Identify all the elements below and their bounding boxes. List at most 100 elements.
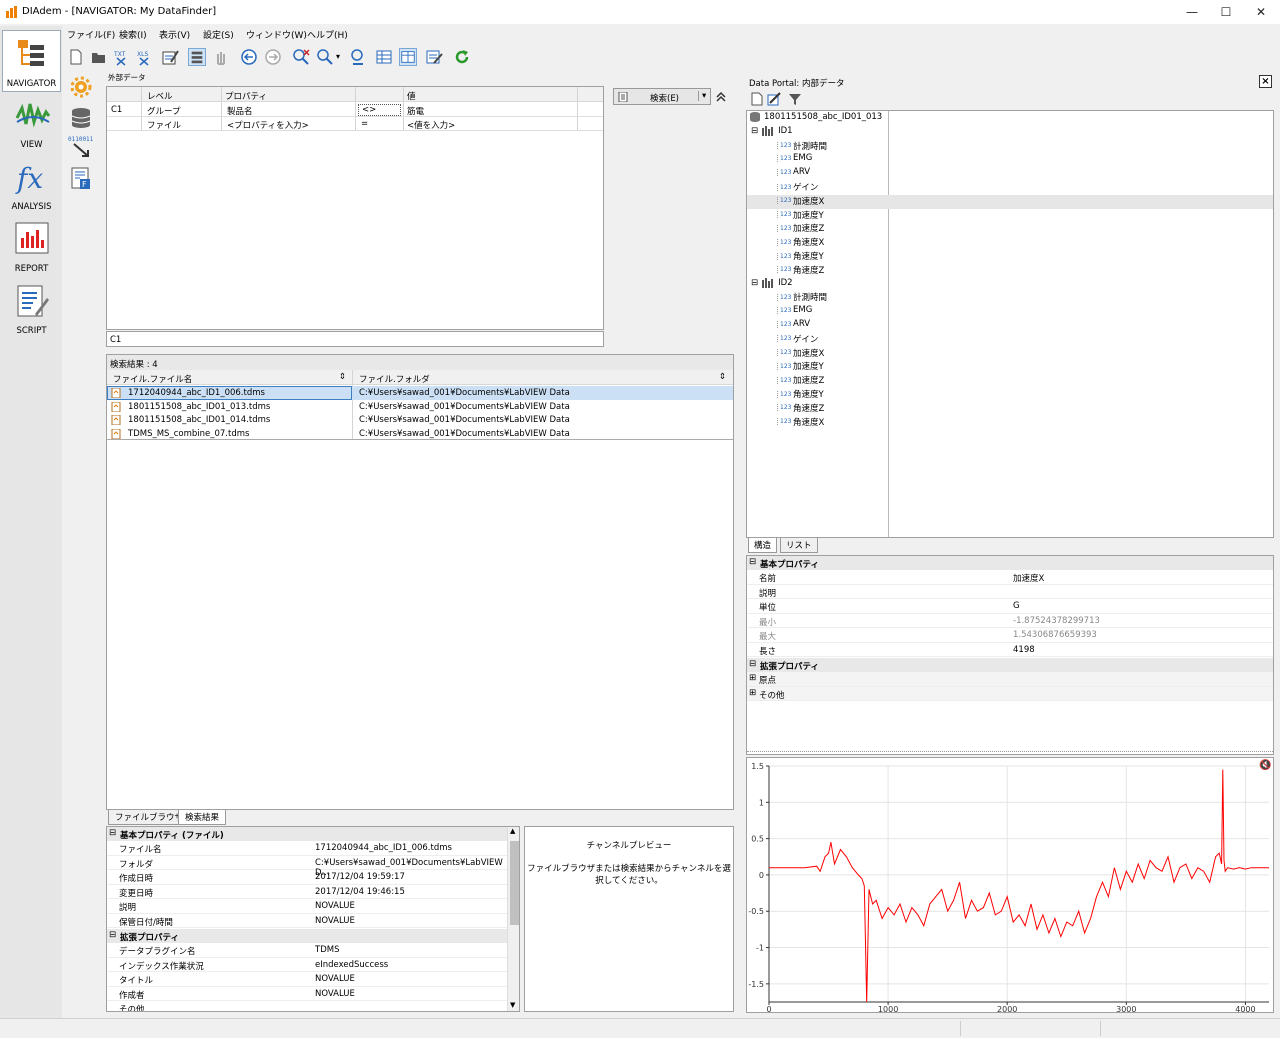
property-row[interactable]: 長さ 4198 [747, 643, 1273, 657]
menu-window[interactable]: ウィンドウ(W) [246, 28, 307, 41]
tree-channel[interactable]: 123 角速度Z [777, 264, 824, 278]
layout-view-icon[interactable] [399, 48, 417, 66]
property-row[interactable]: 名前 加速度X [747, 570, 1273, 585]
tree-channel[interactable]: 123 加速度X [747, 194, 1273, 209]
property-row[interactable]: 作成日時 2017/12/04 19:59:17 [107, 870, 519, 885]
query-row-operator[interactable]: <> [358, 104, 401, 116]
tree-channel[interactable]: 123 EMG [777, 305, 812, 319]
collapse-icon[interactable]: ⊟ [109, 828, 116, 838]
column-header-property[interactable]: プロパティ [225, 90, 267, 102]
close-window-button[interactable]: ✕ [1241, 0, 1280, 24]
collapse-icon[interactable]: ⊟ [751, 278, 758, 288]
sort-icon[interactable]: ⇕ [339, 372, 346, 382]
tree-channel[interactable]: 123 ARV [777, 319, 810, 333]
collapse-up-icon[interactable] [715, 91, 727, 103]
tab-list[interactable]: リスト [780, 538, 818, 553]
properties-edit-icon[interactable] [425, 48, 443, 66]
property-row[interactable]: ファイル名 1712040944_abc_ID1_006.tdms [107, 841, 519, 856]
query-row[interactable]: C1 グループ 製品名 <> 筋電 [107, 103, 603, 117]
column-header-folder[interactable]: ファイル.フォルダ [359, 373, 430, 385]
back-icon[interactable] [240, 48, 258, 66]
expand-icon[interactable]: ⊞ [749, 673, 756, 683]
table-view-icon[interactable] [375, 48, 393, 66]
results-row[interactable]: 1801151508_abc_ID01_013.tdms C:¥Users¥sa… [107, 400, 733, 414]
property-row[interactable]: 最小 -1.87524378299713 [747, 614, 1273, 628]
query-row-value[interactable]: 筋電 [407, 105, 424, 117]
gear-icon[interactable] [70, 76, 92, 98]
sort-icon[interactable]: ⇕ [719, 372, 726, 382]
collapse-icon[interactable]: ⊟ [749, 659, 756, 669]
nav-analysis[interactable]: fx ANALYSIS [2, 154, 61, 216]
query-row[interactable]: ファイル <プロパティを入力> = <値を入力> [107, 117, 603, 131]
tree-channel[interactable]: 123 計測時間 [777, 140, 827, 154]
nav-view[interactable]: VIEW [2, 92, 61, 154]
property-row[interactable]: その他 [107, 1001, 519, 1011]
tab-structure[interactable]: 構造 [748, 538, 778, 553]
mute-icon[interactable]: 🔇 [1259, 760, 1271, 771]
import-xls-icon[interactable]: XLS [136, 48, 154, 66]
query-row-level[interactable]: グループ [147, 105, 181, 117]
file-props-scrollbar[interactable]: ▲ ▼ [507, 827, 519, 1011]
scroll-down-icon[interactable]: ▼ [510, 1001, 515, 1009]
scrollbar-thumb[interactable] [510, 841, 519, 925]
tree-channel[interactable]: 123 加速度X [777, 347, 824, 361]
open-folder-icon[interactable] [90, 48, 108, 66]
tree-channel[interactable]: 123 角速度Y [777, 388, 824, 402]
hand-icon[interactable] [212, 48, 230, 66]
menu-search[interactable]: 検索(I) [119, 28, 147, 41]
query-row-level[interactable]: ファイル [147, 119, 181, 131]
property-row[interactable]: 単位 G [747, 599, 1273, 614]
file-format-icon[interactable]: F [70, 166, 92, 190]
results-row[interactable]: 1801151508_abc_ID01_014.tdms C:¥Users¥sa… [107, 413, 733, 427]
tree-channel[interactable]: 123 角速度Z [777, 402, 824, 416]
menu-view[interactable]: 表示(V) [159, 28, 190, 41]
column-header-level[interactable]: レベル [147, 90, 173, 102]
tree-channel[interactable]: 123 角速度X [777, 416, 824, 430]
new-document-icon[interactable] [751, 92, 763, 106]
search-down-icon[interactable] [349, 48, 367, 66]
tree-channel[interactable]: 123 加速度Y [777, 360, 824, 374]
query-row-value[interactable]: <値を入力> [407, 119, 455, 131]
ext-group-origin[interactable]: ⊞ 原点 [747, 672, 1273, 687]
search-button[interactable]: 検索(E) ▾ [613, 88, 711, 105]
new-file-icon[interactable] [67, 48, 85, 66]
file-ext-props-header[interactable]: ⊟ 拡張プロパティ [107, 929, 519, 943]
menu-help[interactable]: ヘルプ(H) [307, 28, 348, 41]
filter-icon[interactable] [788, 92, 802, 106]
database-icon[interactable] [70, 106, 92, 130]
forward-icon[interactable] [264, 48, 282, 66]
expand-icon[interactable]: ⊞ [749, 688, 756, 698]
query-row-property[interactable]: <プロパティを入力> [227, 119, 309, 131]
collapse-icon[interactable]: ⊟ [109, 930, 116, 940]
property-row[interactable]: 作成者 NOVALUE [107, 987, 519, 1001]
search-options-icon[interactable] [316, 48, 334, 66]
edit-channel-icon[interactable] [767, 92, 781, 106]
close-portal-icon[interactable]: × [1259, 75, 1272, 88]
nav-script[interactable]: SCRIPT [2, 278, 61, 340]
tree-channel[interactable]: 123 ゲイン [777, 333, 818, 347]
tree-channel[interactable]: 123 EMG [777, 153, 812, 167]
tree-group[interactable]: ⊟ ID2 [751, 277, 793, 292]
tree-channel[interactable]: 123 角速度Y [777, 250, 824, 264]
column-header-filename[interactable]: ファイル.ファイル名 [113, 373, 192, 385]
channel-ext-props-header[interactable]: ⊟ 拡張プロパティ [747, 658, 1273, 672]
results-row[interactable]: TDMS_MS_combine_07.tdms C:¥Users¥sawad_0… [107, 427, 733, 440]
property-row[interactable]: 変更日時 2017/12/04 19:46:15 [107, 885, 519, 899]
query-row-property[interactable]: 製品名 [227, 105, 253, 117]
nav-report[interactable]: REPORT [2, 216, 61, 278]
channel-basic-props-header[interactable]: ⊟ 基本プロパティ [747, 556, 1273, 570]
property-row[interactable]: インデックス作業状況 eIndexedSuccess [107, 958, 519, 972]
tree-channel[interactable]: 123 角速度X [777, 236, 824, 250]
menu-settings[interactable]: 設定(S) [203, 28, 234, 41]
tree-group[interactable]: ⊟ ID1 [751, 125, 793, 140]
refresh-icon[interactable] [453, 48, 471, 66]
query-row-operator[interactable]: = [361, 119, 368, 129]
property-row[interactable]: 保管日付/時間 NOVALUE [107, 914, 519, 928]
tree-channel[interactable]: 123 加速度Z [777, 374, 824, 388]
tree-channel[interactable]: 123 加速度Y [777, 209, 824, 223]
dropdown-arrow-icon[interactable]: ▾ [336, 52, 340, 61]
nav-navigator[interactable]: NAVIGATOR [2, 30, 61, 92]
tab-search-results[interactable]: 検索結果 [178, 810, 227, 825]
column-header-value[interactable]: 値 [407, 90, 416, 102]
import-txt-icon[interactable]: TXT [113, 48, 131, 66]
